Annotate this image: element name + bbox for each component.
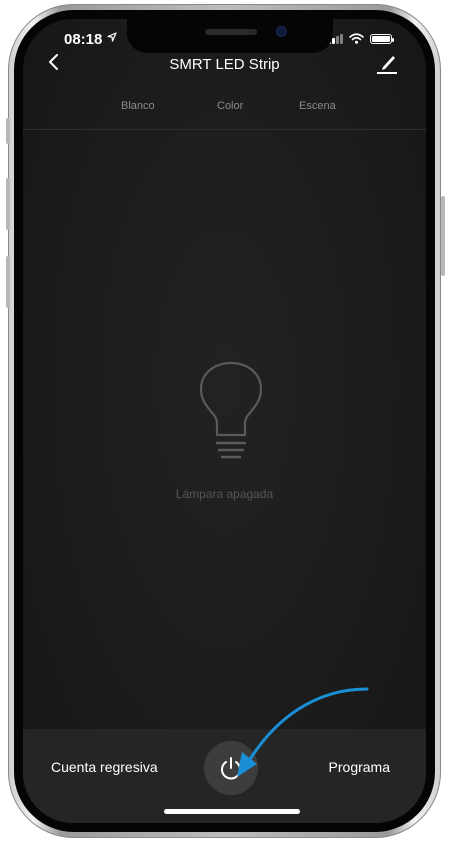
volume-down-button (6, 256, 10, 308)
volume-up-button (6, 178, 10, 230)
earpiece-speaker (205, 29, 257, 35)
app-screen: 08:18 SMRT LED Strip Blanco Color Escena… (23, 19, 426, 823)
tab-escena[interactable]: Escena (299, 100, 336, 112)
notch (127, 19, 333, 53)
home-indicator (164, 809, 300, 814)
edit-button[interactable] (374, 53, 400, 75)
mode-tabs: Blanco Color Escena (23, 95, 426, 130)
page-title: SMRT LED Strip (169, 56, 280, 73)
status-time: 08:18 (64, 31, 103, 48)
lamp-status-text: Lámpara apagada (175, 487, 274, 501)
power-icon (221, 757, 241, 780)
app-header: SMRT LED Strip (23, 53, 426, 89)
location-arrow-icon (107, 31, 117, 45)
front-camera (277, 27, 286, 36)
schedule-button[interactable]: Programa (329, 759, 390, 775)
lightbulb-icon (193, 361, 269, 465)
silent-switch (6, 118, 10, 144)
tab-blanco[interactable]: Blanco (121, 100, 155, 112)
power-button[interactable] (204, 741, 258, 795)
countdown-button[interactable]: Cuenta regresiva (51, 759, 158, 775)
bottom-bar: Cuenta regresiva Programa (23, 729, 426, 823)
status-icons (328, 33, 394, 44)
battery-icon (370, 33, 394, 44)
wifi-icon (349, 33, 364, 44)
pencil-edit-icon (377, 56, 397, 74)
tab-color[interactable]: Color (217, 100, 243, 112)
side-power-button (441, 196, 445, 276)
